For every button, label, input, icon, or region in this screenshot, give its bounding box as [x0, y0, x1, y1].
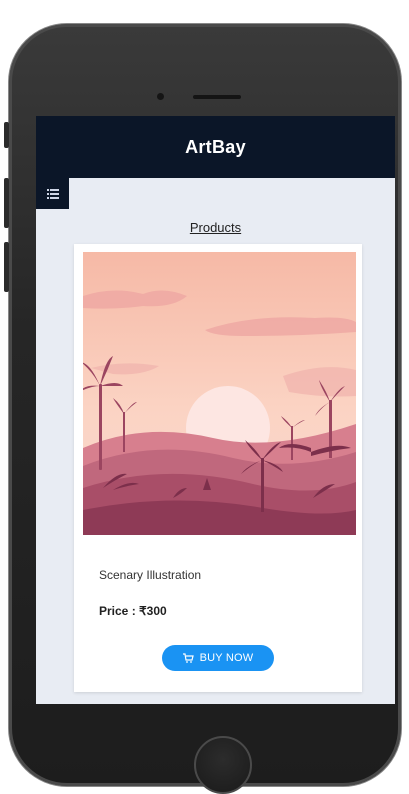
app-title: ArtBay [185, 136, 246, 157]
app-screen: ArtBay Products Scenary Illustration Pri… [36, 116, 395, 704]
product-card: Scenary Illustration Price : ₹300 BUY NO… [74, 244, 362, 692]
section-title: Products [189, 220, 242, 235]
phone-volume-down [4, 242, 9, 292]
app-header: ArtBay [36, 116, 395, 178]
buy-now-label: BUY NOW [199, 652, 254, 664]
product-price: Price : ₹300 [99, 604, 167, 618]
list-icon [46, 188, 59, 199]
buy-now-button[interactable]: BUY NOW [162, 645, 274, 671]
speaker-grille [193, 95, 241, 99]
home-button[interactable] [194, 736, 252, 794]
cart-icon [182, 653, 194, 663]
product-name: Scenary Illustration [99, 568, 202, 582]
product-image [83, 252, 356, 535]
phone-volume-up [4, 178, 9, 228]
camera-icon [157, 93, 164, 100]
phone-mute-switch [4, 122, 9, 148]
menu-button[interactable] [36, 178, 69, 209]
